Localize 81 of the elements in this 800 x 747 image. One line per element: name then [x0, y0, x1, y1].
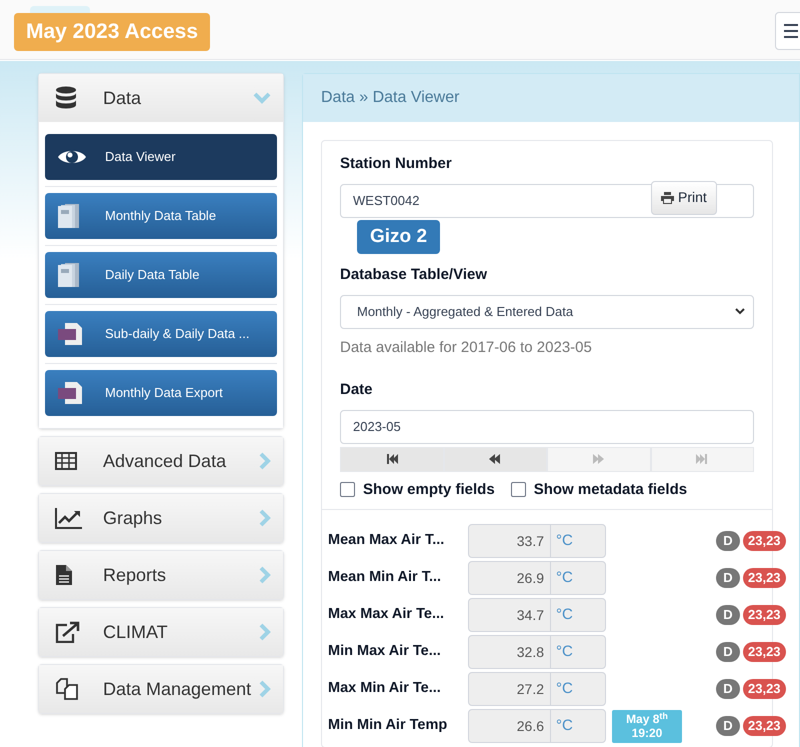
csv-file-icon — [57, 322, 83, 346]
sidebar-item[interactable]: Monthly Data Export — [45, 370, 277, 416]
checkbox[interactable] — [510, 482, 526, 498]
value-field: 34.7 — [469, 599, 551, 631]
access-badge: May 2023 Access — [14, 13, 210, 50]
chevron-right-icon — [259, 509, 271, 527]
copy-icon — [55, 677, 79, 701]
skip-back-icon — [384, 453, 399, 465]
checkbox[interactable] — [340, 482, 355, 498]
station-name-badge: Gizo 2 — [357, 220, 440, 254]
sidebar-section[interactable]: Reports — [39, 551, 283, 599]
checkbox-label: Show metadata fields — [534, 480, 688, 500]
value-field: 32.8 — [469, 636, 551, 668]
sidebar-section[interactable]: CLIMAT — [39, 608, 283, 656]
count-badge: 23,23 — [743, 605, 786, 625]
field-label: Database Table/View — [340, 265, 488, 285]
chevron-down-icon — [253, 92, 271, 104]
printer-icon — [661, 192, 674, 204]
field-label: Max Min Air Te... — [328, 679, 442, 698]
value-field: 26.9 — [469, 562, 551, 594]
value-field: 27.2 — [469, 673, 551, 705]
availability-text: Data available for 2017-06 to 2023-05 — [340, 338, 593, 358]
flag-badge: D — [716, 568, 740, 588]
unit-label: °C — [555, 604, 574, 625]
chevron-right-icon — [259, 566, 271, 584]
sidebar-item[interactable]: Data Viewer — [45, 134, 277, 180]
flag-badge: D — [716, 679, 740, 699]
chevron-right-icon — [259, 452, 271, 470]
field-label: Station Number — [340, 154, 453, 174]
unit-label: °C — [555, 716, 574, 736]
nav-button[interactable] — [340, 446, 444, 472]
line-chart-icon — [55, 507, 83, 529]
count-badge: 23,23 — [743, 642, 786, 662]
fast-forward-icon — [592, 453, 606, 465]
count-badge: 23,23 — [743, 531, 786, 551]
field-label: Mean Min Air T... — [328, 568, 442, 588]
unit-label: °C — [555, 568, 574, 588]
breadcrumb: Data » Data Viewer — [321, 88, 460, 108]
field-label: Max Max Air Te... — [328, 605, 446, 624]
sidebar-section[interactable]: Advanced Data — [39, 437, 283, 485]
print-button[interactable]: Print — [651, 180, 717, 214]
flag-badge: D — [716, 531, 740, 551]
count-badge: 23,23 — [743, 716, 786, 736]
skip-forward-icon — [695, 453, 710, 465]
sidebar-item[interactable]: Daily Data Table — [45, 252, 277, 298]
station-field[interactable]: WEST0042 Print — [340, 184, 754, 218]
field-label: Date — [340, 380, 374, 400]
external-link-icon — [55, 621, 81, 643]
field-label: Mean Max Air T... — [328, 531, 446, 550]
checkbox-label: Show empty fields — [363, 480, 495, 500]
csv-file-icon — [57, 381, 83, 405]
binder-icon — [57, 203, 81, 229]
chevron-right-icon — [259, 623, 271, 641]
document-icon — [55, 564, 73, 586]
table-select[interactable]: Monthly - Aggregated & Entered Data — [340, 294, 754, 328]
unit-label: °C — [555, 678, 574, 699]
field-label: Min Min Air Temp — [328, 716, 448, 736]
flag-badge: D — [716, 642, 740, 662]
flag-badge: D — [716, 605, 740, 625]
sidebar-item[interactable]: Sub-daily & Daily Data ... — [45, 311, 277, 357]
binder-icon — [57, 262, 81, 288]
sidebar-section[interactable]: Data — [39, 74, 283, 122]
count-badge: 23,23 — [743, 568, 786, 588]
unit-label: °C — [555, 642, 574, 662]
field-label: Min Max Air Te... — [328, 642, 442, 662]
chevron-down-icon — [735, 308, 745, 315]
date-field[interactable]: 2023-05 — [340, 410, 754, 444]
table-icon — [55, 452, 77, 470]
rewind-icon — [488, 453, 502, 465]
flag-badge: D — [716, 716, 740, 736]
value-field: 26.6 — [469, 710, 551, 742]
count-badge: 23,23 — [743, 679, 786, 699]
value-field: 33.7 — [469, 525, 551, 557]
sidebar-section[interactable]: Data Management — [39, 665, 283, 713]
chevron-right-icon — [259, 680, 271, 698]
database-icon — [55, 86, 77, 110]
sidebar-section[interactable]: Graphs — [39, 494, 283, 542]
unit-label: °C — [555, 530, 574, 551]
nav-button[interactable] — [444, 446, 547, 472]
timestamp-badge: May 8$^{th}$ 19:20 — [612, 710, 682, 742]
sidebar-item[interactable]: Monthly Data Table — [45, 193, 277, 239]
